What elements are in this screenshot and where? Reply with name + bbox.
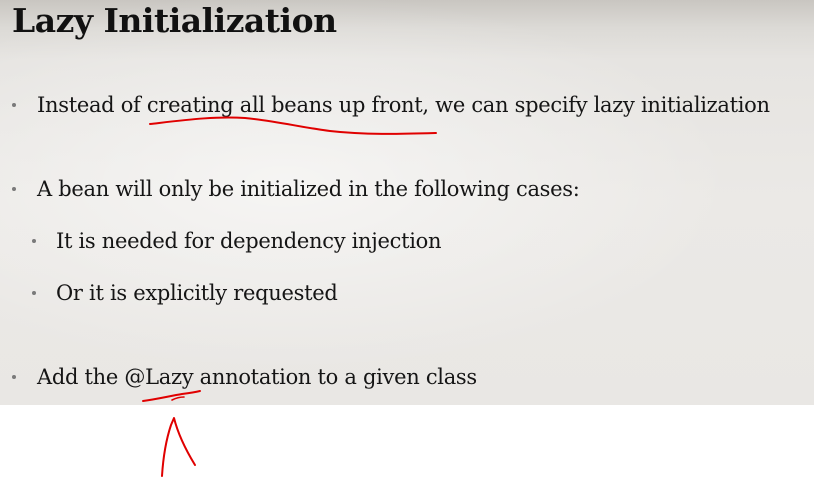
bullet-dot (12, 187, 16, 191)
bullet-item-1: Instead of creating all beans up front, … (37, 93, 770, 117)
sub-bullet-dot (32, 291, 36, 295)
bullet-dot (12, 103, 16, 107)
sub-bullet-item-2: Or it is explicitly requested (56, 281, 338, 305)
bullet-item-2: A bean will only be initialized in the f… (37, 177, 580, 201)
bullet-dot (12, 375, 16, 379)
slide: Lazy Initialization Instead of creating … (0, 0, 814, 405)
sub-bullet-dot (32, 239, 36, 243)
slide-title: Lazy Initialization (12, 1, 337, 40)
arrow-up-icon (161, 417, 196, 477)
bullet-item-3: Add the @Lazy annotation to a given clas… (37, 365, 477, 389)
sub-bullet-item-1: It is needed for dependency injection (56, 229, 442, 253)
